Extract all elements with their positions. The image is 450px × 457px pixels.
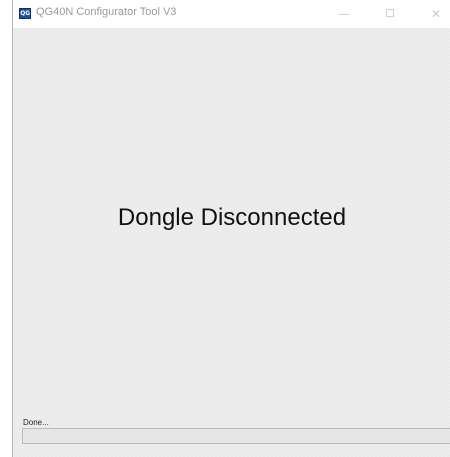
minimize-icon: — [338, 7, 350, 21]
title-bar[interactable]: QG QG40N Configurator Tool V3 — ✕ [13, 0, 450, 28]
close-icon: ✕ [430, 7, 442, 21]
progress-bar [22, 428, 450, 444]
main-panel: Dongle Disconnected Done... [13, 28, 450, 457]
maximize-icon [386, 9, 394, 17]
minimize-button[interactable]: — [321, 0, 367, 28]
app-window: QG QG40N Configurator Tool V3 — ✕ Dongle… [12, 0, 450, 457]
maximize-button[interactable] [367, 0, 413, 28]
status-text: Done... [23, 418, 49, 427]
connection-status-message: Dongle Disconnected [117, 204, 347, 231]
app-icon[interactable]: QG [19, 8, 31, 19]
close-button[interactable]: ✕ [413, 0, 450, 28]
window-title: QG40N Configurator Tool V3 [36, 6, 177, 18]
